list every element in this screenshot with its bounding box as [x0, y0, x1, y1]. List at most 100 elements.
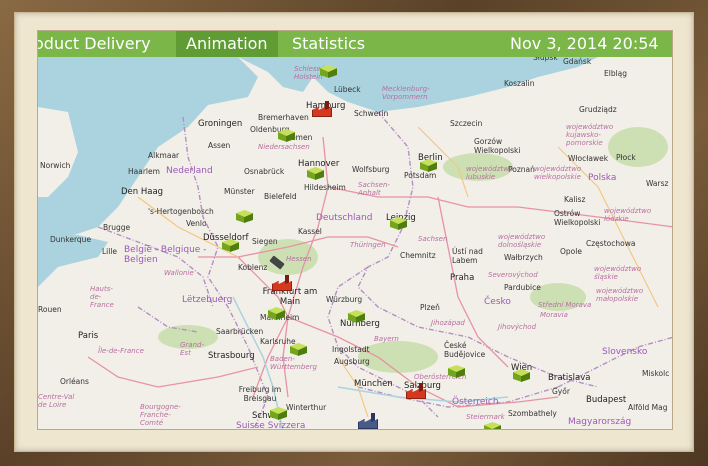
map-label: Saarbrücken: [216, 327, 264, 336]
map-label: województwo wielkopolskie: [534, 165, 582, 181]
map-label: Alföld Mag: [628, 403, 668, 412]
map-label: województwo lubuskie: [466, 165, 514, 181]
map-label: Moravia: [540, 311, 568, 319]
top-navigation-bar: oduct Delivery Animation Statistics Nov …: [38, 31, 672, 57]
map-label: Bremerhaven: [258, 113, 309, 122]
map-label: 's-Hertogenbosch: [148, 207, 214, 216]
map-label: Hessen: [286, 255, 312, 263]
tab-animation[interactable]: Animation: [176, 31, 278, 57]
map-label: Haarlem: [128, 167, 160, 176]
map-label: Österreich: [452, 397, 499, 407]
map-label: Wolfsburg: [352, 165, 390, 174]
map-label: Brugge: [103, 223, 131, 232]
map-label: Freiburg im Breisgau: [238, 385, 282, 403]
map-label: Bratislava: [548, 373, 591, 383]
depot-marker[interactable]: [448, 365, 465, 378]
depot-marker[interactable]: [268, 307, 285, 320]
depot-marker[interactable]: [290, 343, 307, 356]
map-label: Gorzów Wielkopolski: [474, 137, 521, 155]
map-label: Severovýchod: [488, 271, 538, 279]
picture-frame: oduct Delivery Animation Statistics Nov …: [0, 0, 708, 466]
map-label: Siegen: [252, 237, 278, 246]
map-label: Płock: [616, 153, 636, 162]
map-label: Koblenz: [238, 263, 268, 272]
factory-marker[interactable]: [358, 413, 378, 429]
map-label: Polska: [588, 173, 617, 183]
depot-marker[interactable]: [420, 159, 437, 172]
depot-marker[interactable]: [320, 65, 337, 78]
map-label: Wałbrzych: [504, 253, 543, 262]
map-label: Assen: [208, 141, 231, 150]
map-label: Strasbourg: [208, 351, 255, 361]
map-label: Lübeck: [334, 85, 361, 94]
map-label: Miskolc: [642, 369, 670, 378]
map-label: Elbląg: [604, 69, 628, 78]
map-label: Bayern: [374, 335, 399, 343]
map-canvas[interactable]: Gdańsk Słupsk Elbląg Koszalin Schleswig-…: [38, 53, 672, 430]
map-label: Dunkerque: [50, 235, 92, 244]
depot-marker[interactable]: [513, 369, 530, 382]
map-label: Pardubice: [504, 283, 541, 292]
map-label: Česko: [484, 297, 511, 307]
map-label: Île-de-France: [98, 347, 144, 355]
map-label: Venlo: [186, 219, 207, 228]
map-label: Sachsen: [418, 235, 448, 243]
map-label: Centre-Val de Loire: [38, 393, 75, 409]
map-label: Bielefeld: [264, 192, 297, 201]
map-label: Grudziądz: [579, 105, 617, 114]
map-label: Bourgogne-Franche-Comté: [140, 403, 181, 427]
tab-product-delivery[interactable]: oduct Delivery: [38, 31, 159, 57]
map-label: Győr: [552, 387, 570, 396]
map-label: Włocławek: [568, 154, 609, 163]
map-label: Augsburg: [334, 357, 370, 366]
depot-marker[interactable]: [270, 407, 287, 420]
depot-marker[interactable]: [236, 210, 253, 223]
depot-marker[interactable]: [348, 310, 365, 323]
map-label: województwo łódzkie: [604, 207, 652, 223]
map-label: Thüringen: [350, 241, 386, 249]
depot-marker[interactable]: [307, 167, 324, 180]
map-label: České Budějovice: [444, 341, 486, 359]
map-label: Częstochowa: [586, 239, 636, 248]
simulation-viewport: oduct Delivery Animation Statistics Nov …: [37, 30, 673, 430]
depot-marker[interactable]: [222, 239, 239, 252]
map-label: Wallonie: [164, 269, 194, 277]
map-label: województwo małopolskie: [596, 287, 644, 303]
map-label: Potsdam: [404, 171, 437, 180]
map-label: Osnabrück: [244, 167, 285, 176]
map-label: Budapest: [586, 395, 627, 405]
map-label: Plzeň: [420, 303, 440, 312]
map-label: Szombathely: [508, 409, 557, 418]
map-label: Groningen: [198, 119, 243, 129]
map-label: Gdańsk: [563, 57, 592, 66]
map-label: Paris: [78, 331, 99, 341]
factory-marker[interactable]: [312, 101, 332, 117]
factory-marker[interactable]: [406, 383, 426, 399]
map-label: Lille: [102, 247, 118, 256]
map-label: Norwich: [40, 161, 71, 170]
map-label: Warsz: [646, 179, 669, 188]
map-label: Hauts-de-France: [90, 285, 114, 309]
map-label: Suisse Svizzera: [236, 421, 306, 430]
tab-statistics[interactable]: Statistics: [284, 31, 373, 57]
factory-marker[interactable]: [272, 275, 292, 291]
map-label: Ingolstadt: [332, 345, 370, 354]
depot-marker[interactable]: [390, 217, 407, 230]
depot-marker[interactable]: [484, 422, 501, 429]
map-label: Střední Morava: [538, 301, 592, 309]
map-label: województwo kujawsko-pomorskie: [566, 123, 614, 147]
map-label: Opole: [560, 247, 582, 256]
depot-marker[interactable]: [278, 129, 295, 142]
map-label: Jihovýchod: [498, 323, 537, 331]
map-label: Baden-Württemberg: [270, 355, 317, 371]
simulation-date-time: Nov 3, 2014 20:54: [510, 34, 659, 53]
map-label: Schwerin: [354, 109, 389, 118]
map-label: Alkmaar: [148, 151, 180, 160]
map-label: Chemnitz: [400, 251, 436, 260]
map-label: Rouen: [38, 305, 62, 314]
map-label: België - Belgique - Belgien: [124, 245, 207, 265]
map-label: Sachsen-Anhalt: [358, 181, 390, 197]
map-label: Mecklenburg-Vorpommern: [382, 85, 430, 101]
map-label: Praha: [450, 273, 475, 283]
map-label: Magyarország: [568, 417, 632, 427]
